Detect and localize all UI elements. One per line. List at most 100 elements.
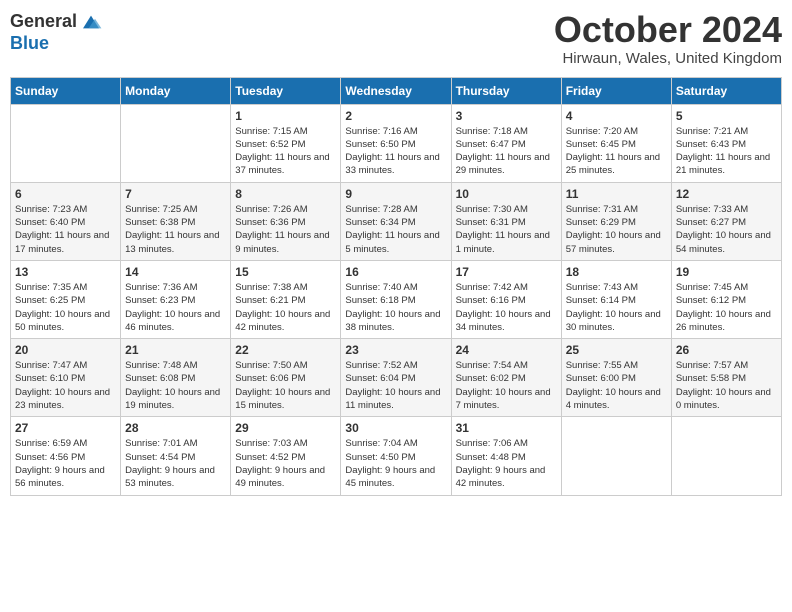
calendar-cell: 11Sunrise: 7:31 AM Sunset: 6:29 PM Dayli…: [561, 182, 671, 260]
day-number: 4: [566, 109, 667, 123]
day-info: Sunrise: 7:20 AM Sunset: 6:45 PM Dayligh…: [566, 125, 667, 178]
day-info: Sunrise: 7:04 AM Sunset: 4:50 PM Dayligh…: [345, 437, 446, 490]
logo-general: General: [10, 12, 77, 32]
calendar-cell: 24 Sunrise: 7:54 AM Sunset: 6:02 PM Dayli…: [451, 339, 561, 417]
day-info: Sunrise: 7:30 AM Sunset: 6:31 PM Dayligh…: [456, 203, 557, 256]
day-number: 23: [345, 343, 446, 357]
day-info: Sunrise: 7:54 AM Sunset: 6:02 PM Dayligh…: [456, 359, 557, 412]
calendar-cell: 9 Sunrise: 7:28 AM Sunset: 6:34 PM Daylig…: [341, 182, 451, 260]
calendar-table: SundayMondayTuesdayWednesdayThursdayFrid…: [10, 77, 782, 496]
day-number: 18: [566, 265, 667, 279]
calendar-cell: 22 Sunrise: 7:50 AM Sunset: 6:06 PM Dayli…: [231, 339, 341, 417]
logo: General Blue: [10, 10, 103, 54]
calendar-cell: 2 Sunrise: 7:16 AM Sunset: 6:50 PM Daylig…: [341, 104, 451, 182]
weekday-header-tuesday: Tuesday: [231, 77, 341, 104]
day-number: 25: [566, 343, 667, 357]
day-number: 11: [566, 187, 667, 201]
calendar-cell: 19 Sunrise: 7:45 AM Sunset: 6:12 PM Dayli…: [671, 260, 781, 338]
day-info: Sunrise: 7:50 AM Sunset: 6:06 PM Dayligh…: [235, 359, 336, 412]
day-number: 1: [235, 109, 336, 123]
day-info: Sunrise: 7:42 AM Sunset: 6:16 PM Dayligh…: [456, 281, 557, 334]
day-number: 15: [235, 265, 336, 279]
day-info: Sunrise: 7:47 AM Sunset: 6:10 PM Dayligh…: [15, 359, 116, 412]
day-info: Sunrise: 7:26 AM Sunset: 6:36 PM Dayligh…: [235, 203, 336, 256]
calendar-cell: 30 Sunrise: 7:04 AM Sunset: 4:50 PM Dayli…: [341, 417, 451, 495]
day-number: 2: [345, 109, 446, 123]
day-info: Sunrise: 7:40 AM Sunset: 6:18 PM Dayligh…: [345, 281, 446, 334]
logo-blue: Blue: [10, 33, 49, 53]
day-number: 13: [15, 265, 116, 279]
weekday-header-friday: Friday: [561, 77, 671, 104]
calendar-cell: 8 Sunrise: 7:26 AM Sunset: 6:36 PM Daylig…: [231, 182, 341, 260]
calendar-cell: 26 Sunrise: 7:57 AM Sunset: 5:58 PM Dayli…: [671, 339, 781, 417]
day-number: 22: [235, 343, 336, 357]
day-number: 6: [15, 187, 116, 201]
day-number: 19: [676, 265, 777, 279]
calendar-cell: 4 Sunrise: 7:20 AM Sunset: 6:45 PM Daylig…: [561, 104, 671, 182]
calendar-cell: [11, 104, 121, 182]
calendar-cell: 6 Sunrise: 7:23 AM Sunset: 6:40 PM Daylig…: [11, 182, 121, 260]
day-number: 16: [345, 265, 446, 279]
day-number: 17: [456, 265, 557, 279]
weekday-header-thursday: Thursday: [451, 77, 561, 104]
calendar-cell: [121, 104, 231, 182]
day-info: Sunrise: 7:01 AM Sunset: 4:54 PM Dayligh…: [125, 437, 226, 490]
day-info: Sunrise: 7:18 AM Sunset: 6:47 PM Dayligh…: [456, 125, 557, 178]
calendar-cell: 7 Sunrise: 7:25 AM Sunset: 6:38 PM Daylig…: [121, 182, 231, 260]
logo-icon: [79, 10, 103, 34]
calendar-cell: 13 Sunrise: 7:35 AM Sunset: 6:25 PM Dayli…: [11, 260, 121, 338]
day-info: Sunrise: 7:52 AM Sunset: 6:04 PM Dayligh…: [345, 359, 446, 412]
day-info: Sunrise: 7:23 AM Sunset: 6:40 PM Dayligh…: [15, 203, 116, 256]
day-number: 31: [456, 421, 557, 435]
day-info: Sunrise: 7:25 AM Sunset: 6:38 PM Dayligh…: [125, 203, 226, 256]
calendar-cell: 14 Sunrise: 7:36 AM Sunset: 6:23 PM Dayli…: [121, 260, 231, 338]
day-info: Sunrise: 7:03 AM Sunset: 4:52 PM Dayligh…: [235, 437, 336, 490]
calendar-cell: 18 Sunrise: 7:43 AM Sunset: 6:14 PM Dayli…: [561, 260, 671, 338]
day-info: Sunrise: 7:45 AM Sunset: 6:12 PM Dayligh…: [676, 281, 777, 334]
day-number: 26: [676, 343, 777, 357]
day-info: Sunrise: 7:38 AM Sunset: 6:21 PM Dayligh…: [235, 281, 336, 334]
title-section: October 2024 Hirwaun, Wales, United King…: [554, 10, 782, 67]
weekday-header-saturday: Saturday: [671, 77, 781, 104]
day-info: Sunrise: 7:35 AM Sunset: 6:25 PM Dayligh…: [15, 281, 116, 334]
calendar-cell: 16 Sunrise: 7:40 AM Sunset: 6:18 PM Dayli…: [341, 260, 451, 338]
day-number: 20: [15, 343, 116, 357]
calendar-cell: 27 Sunrise: 6:59 AM Sunset: 4:56 PM Dayli…: [11, 417, 121, 495]
calendar-cell: 1 Sunrise: 7:15 AM Sunset: 6:52 PM Daylig…: [231, 104, 341, 182]
calendar-cell: [561, 417, 671, 495]
calendar-cell: 31 Sunrise: 7:06 AM Sunset: 4:48 PM Dayli…: [451, 417, 561, 495]
day-info: Sunrise: 7:43 AM Sunset: 6:14 PM Dayligh…: [566, 281, 667, 334]
day-number: 27: [15, 421, 116, 435]
day-info: Sunrise: 7:57 AM Sunset: 5:58 PM Dayligh…: [676, 359, 777, 412]
day-info: Sunrise: 7:16 AM Sunset: 6:50 PM Dayligh…: [345, 125, 446, 178]
day-number: 29: [235, 421, 336, 435]
day-info: Sunrise: 7:28 AM Sunset: 6:34 PM Dayligh…: [345, 203, 446, 256]
weekday-header-sunday: Sunday: [11, 77, 121, 104]
day-number: 24: [456, 343, 557, 357]
weekday-header-wednesday: Wednesday: [341, 77, 451, 104]
calendar-cell: 25Sunrise: 7:55 AM Sunset: 6:00 PM Dayli…: [561, 339, 671, 417]
day-info: Sunrise: 7:48 AM Sunset: 6:08 PM Dayligh…: [125, 359, 226, 412]
weekday-header-monday: Monday: [121, 77, 231, 104]
calendar-cell: 5Sunrise: 7:21 AM Sunset: 6:43 PM Daylig…: [671, 104, 781, 182]
calendar-cell: 17 Sunrise: 7:42 AM Sunset: 6:16 PM Dayli…: [451, 260, 561, 338]
calendar-cell: 28 Sunrise: 7:01 AM Sunset: 4:54 PM Dayli…: [121, 417, 231, 495]
day-info: Sunrise: 7:36 AM Sunset: 6:23 PM Dayligh…: [125, 281, 226, 334]
day-number: 30: [345, 421, 446, 435]
day-number: 3: [456, 109, 557, 123]
day-number: 28: [125, 421, 226, 435]
calendar-cell: 29 Sunrise: 7:03 AM Sunset: 4:52 PM Dayli…: [231, 417, 341, 495]
day-number: 8: [235, 187, 336, 201]
calendar-cell: 10 Sunrise: 7:30 AM Sunset: 6:31 PM Dayli…: [451, 182, 561, 260]
day-number: 9: [345, 187, 446, 201]
day-number: 10: [456, 187, 557, 201]
page-header: General Blue October 2024 Hirwaun, Wales…: [10, 10, 782, 67]
day-number: 14: [125, 265, 226, 279]
day-info: Sunrise: 7:15 AM Sunset: 6:52 PM Dayligh…: [235, 125, 336, 178]
day-info: Sunrise: 7:21 AM Sunset: 6:43 PM Dayligh…: [676, 125, 777, 178]
calendar-cell: 15 Sunrise: 7:38 AM Sunset: 6:21 PM Dayli…: [231, 260, 341, 338]
month-title: October 2024: [554, 10, 782, 50]
day-number: 7: [125, 187, 226, 201]
day-info: Sunrise: 6:59 AM Sunset: 4:56 PM Dayligh…: [15, 437, 116, 490]
day-info: Sunrise: 7:06 AM Sunset: 4:48 PM Dayligh…: [456, 437, 557, 490]
